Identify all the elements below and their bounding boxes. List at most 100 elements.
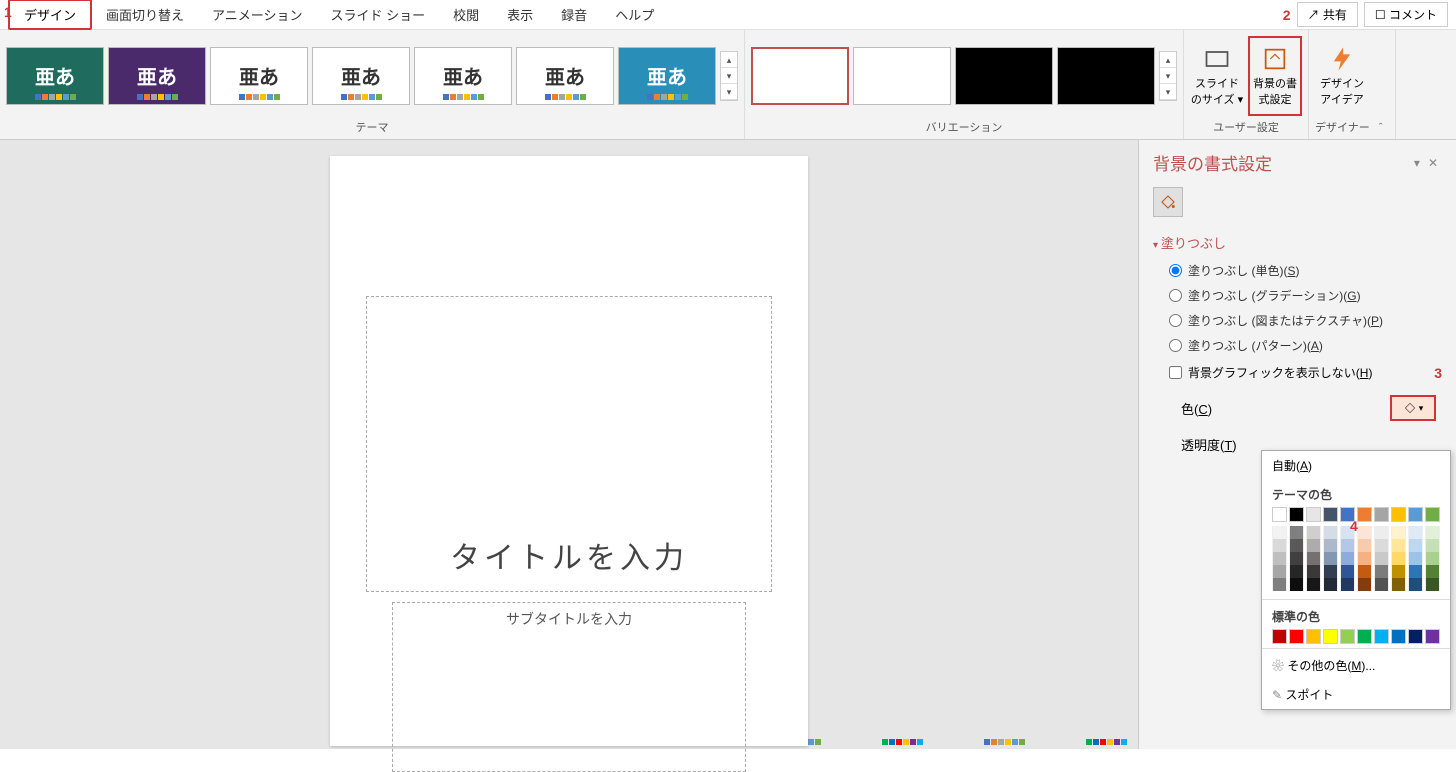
- tab-design[interactable]: デザイン: [8, 0, 92, 30]
- shade-swatch[interactable]: [1425, 578, 1440, 591]
- variation-thumb-1[interactable]: [751, 47, 849, 105]
- fill-pattern-option[interactable]: 塗りつぶし (パターン)(A): [1139, 333, 1456, 358]
- design-ideas-button[interactable]: デザインアイデア: [1315, 36, 1369, 116]
- color-picker-button[interactable]: ▾: [1390, 395, 1436, 421]
- shade-swatch[interactable]: [1289, 565, 1304, 578]
- shade-swatch[interactable]: [1357, 578, 1372, 591]
- theme-swatch[interactable]: [1289, 507, 1304, 522]
- shade-swatch[interactable]: [1425, 565, 1440, 578]
- slide-title-placeholder[interactable]: タイトルを入力: [366, 296, 772, 592]
- shade-swatch[interactable]: [1391, 565, 1406, 578]
- shade-swatch[interactable]: [1391, 526, 1406, 539]
- shade-swatch[interactable]: [1272, 565, 1287, 578]
- theme-thumb-4[interactable]: 亜あ: [414, 47, 512, 105]
- shade-swatch[interactable]: [1374, 526, 1389, 539]
- eyedropper-option[interactable]: ✎ スポイト: [1262, 680, 1450, 709]
- standard-swatch[interactable]: [1374, 629, 1389, 644]
- fill-picture-option[interactable]: 塗りつぶし (図またはテクスチャ)(P): [1139, 308, 1456, 333]
- fill-tab-icon[interactable]: [1153, 187, 1183, 217]
- variation-thumb-4[interactable]: [1057, 47, 1155, 105]
- fill-pattern-radio[interactable]: [1169, 339, 1182, 352]
- shade-swatch[interactable]: [1323, 526, 1338, 539]
- standard-swatch[interactable]: [1425, 629, 1440, 644]
- shade-swatch[interactable]: [1306, 552, 1321, 565]
- shade-swatch[interactable]: [1272, 552, 1287, 565]
- theme-thumb-3[interactable]: 亜あ: [312, 47, 410, 105]
- slide-subtitle-placeholder[interactable]: サブタイトルを入力: [392, 602, 746, 772]
- shade-swatch[interactable]: [1340, 552, 1355, 565]
- shade-swatch[interactable]: [1289, 578, 1304, 591]
- theme-swatch[interactable]: [1357, 507, 1372, 522]
- fill-section-header[interactable]: 塗りつぶし: [1139, 227, 1456, 258]
- fill-picture-radio[interactable]: [1169, 314, 1182, 327]
- shade-swatch[interactable]: [1306, 539, 1321, 552]
- pane-options-button[interactable]: ▾: [1410, 156, 1424, 170]
- shade-swatch[interactable]: [1374, 552, 1389, 565]
- shade-swatch[interactable]: [1374, 578, 1389, 591]
- theme-thumb-0[interactable]: 亜あ: [6, 47, 104, 105]
- standard-swatch[interactable]: [1306, 629, 1321, 644]
- shade-swatch[interactable]: [1340, 578, 1355, 591]
- ribbon-collapse-button[interactable]: ˆ: [1373, 122, 1389, 134]
- shade-swatch[interactable]: [1391, 539, 1406, 552]
- theme-swatch[interactable]: [1391, 507, 1406, 522]
- shade-swatch[interactable]: [1357, 565, 1372, 578]
- theme-swatch[interactable]: [1374, 507, 1389, 522]
- hide-bg-graphics-checkbox[interactable]: [1169, 366, 1182, 379]
- theme-swatch[interactable]: [1408, 507, 1423, 522]
- shade-swatch[interactable]: [1306, 565, 1321, 578]
- fill-gradient-radio[interactable]: [1169, 289, 1182, 302]
- shade-swatch[interactable]: [1323, 552, 1338, 565]
- standard-swatch[interactable]: [1272, 629, 1287, 644]
- shade-swatch[interactable]: [1357, 539, 1372, 552]
- tab-transition[interactable]: 画面切り替え: [92, 1, 198, 28]
- tab-slideshow[interactable]: スライド ショー: [317, 1, 440, 28]
- shade-swatch[interactable]: [1289, 526, 1304, 539]
- more-colors-option[interactable]: ❀ その他の色(M)...: [1262, 651, 1450, 680]
- themes-more-button[interactable]: ▴▾▾: [720, 51, 738, 101]
- theme-swatch[interactable]: [1306, 507, 1321, 522]
- standard-swatch[interactable]: [1323, 629, 1338, 644]
- hide-bg-graphics-option[interactable]: 背景グラフィックを表示しない(H) 3: [1139, 358, 1456, 387]
- fill-gradient-option[interactable]: 塗りつぶし (グラデーション)(G): [1139, 283, 1456, 308]
- tab-help[interactable]: ヘルプ: [601, 1, 668, 28]
- shade-swatch[interactable]: [1425, 526, 1440, 539]
- shade-swatch[interactable]: [1408, 565, 1423, 578]
- theme-swatch[interactable]: [1272, 507, 1287, 522]
- shade-swatch[interactable]: [1272, 526, 1287, 539]
- variations-more-button[interactable]: ▴▾▾: [1159, 51, 1177, 101]
- color-auto-option[interactable]: 自動(A): [1262, 451, 1450, 480]
- variation-thumb-2[interactable]: [853, 47, 951, 105]
- theme-thumb-1[interactable]: 亜あ: [108, 47, 206, 105]
- shade-swatch[interactable]: [1306, 578, 1321, 591]
- shade-swatch[interactable]: [1289, 539, 1304, 552]
- slide-canvas[interactable]: タイトルを入力 サブタイトルを入力: [330, 156, 808, 746]
- standard-swatch[interactable]: [1408, 629, 1423, 644]
- shade-swatch[interactable]: [1306, 526, 1321, 539]
- shade-swatch[interactable]: [1323, 578, 1338, 591]
- fill-solid-radio[interactable]: [1169, 264, 1182, 277]
- tab-animation[interactable]: アニメーション: [198, 1, 316, 28]
- shade-swatch[interactable]: [1408, 526, 1423, 539]
- shade-swatch[interactable]: [1272, 578, 1287, 591]
- shade-swatch[interactable]: [1408, 539, 1423, 552]
- shade-swatch[interactable]: [1425, 539, 1440, 552]
- standard-swatch[interactable]: [1357, 629, 1372, 644]
- shade-swatch[interactable]: [1340, 539, 1355, 552]
- tab-record[interactable]: 録音: [547, 1, 601, 28]
- shade-swatch[interactable]: [1340, 565, 1355, 578]
- theme-thumb-2[interactable]: 亜あ: [210, 47, 308, 105]
- shade-swatch[interactable]: [1323, 565, 1338, 578]
- standard-swatch[interactable]: [1289, 629, 1304, 644]
- pane-close-button[interactable]: ✕: [1424, 156, 1442, 170]
- shade-swatch[interactable]: [1374, 539, 1389, 552]
- shade-swatch[interactable]: [1408, 552, 1423, 565]
- theme-swatch[interactable]: [1323, 507, 1338, 522]
- shade-swatch[interactable]: [1425, 552, 1440, 565]
- shade-swatch[interactable]: [1357, 526, 1372, 539]
- shade-swatch[interactable]: [1289, 552, 1304, 565]
- variation-thumb-3[interactable]: [955, 47, 1053, 105]
- standard-swatch[interactable]: [1340, 629, 1355, 644]
- comment-button[interactable]: ☐ コメント: [1364, 2, 1448, 27]
- tab-view[interactable]: 表示: [493, 1, 547, 28]
